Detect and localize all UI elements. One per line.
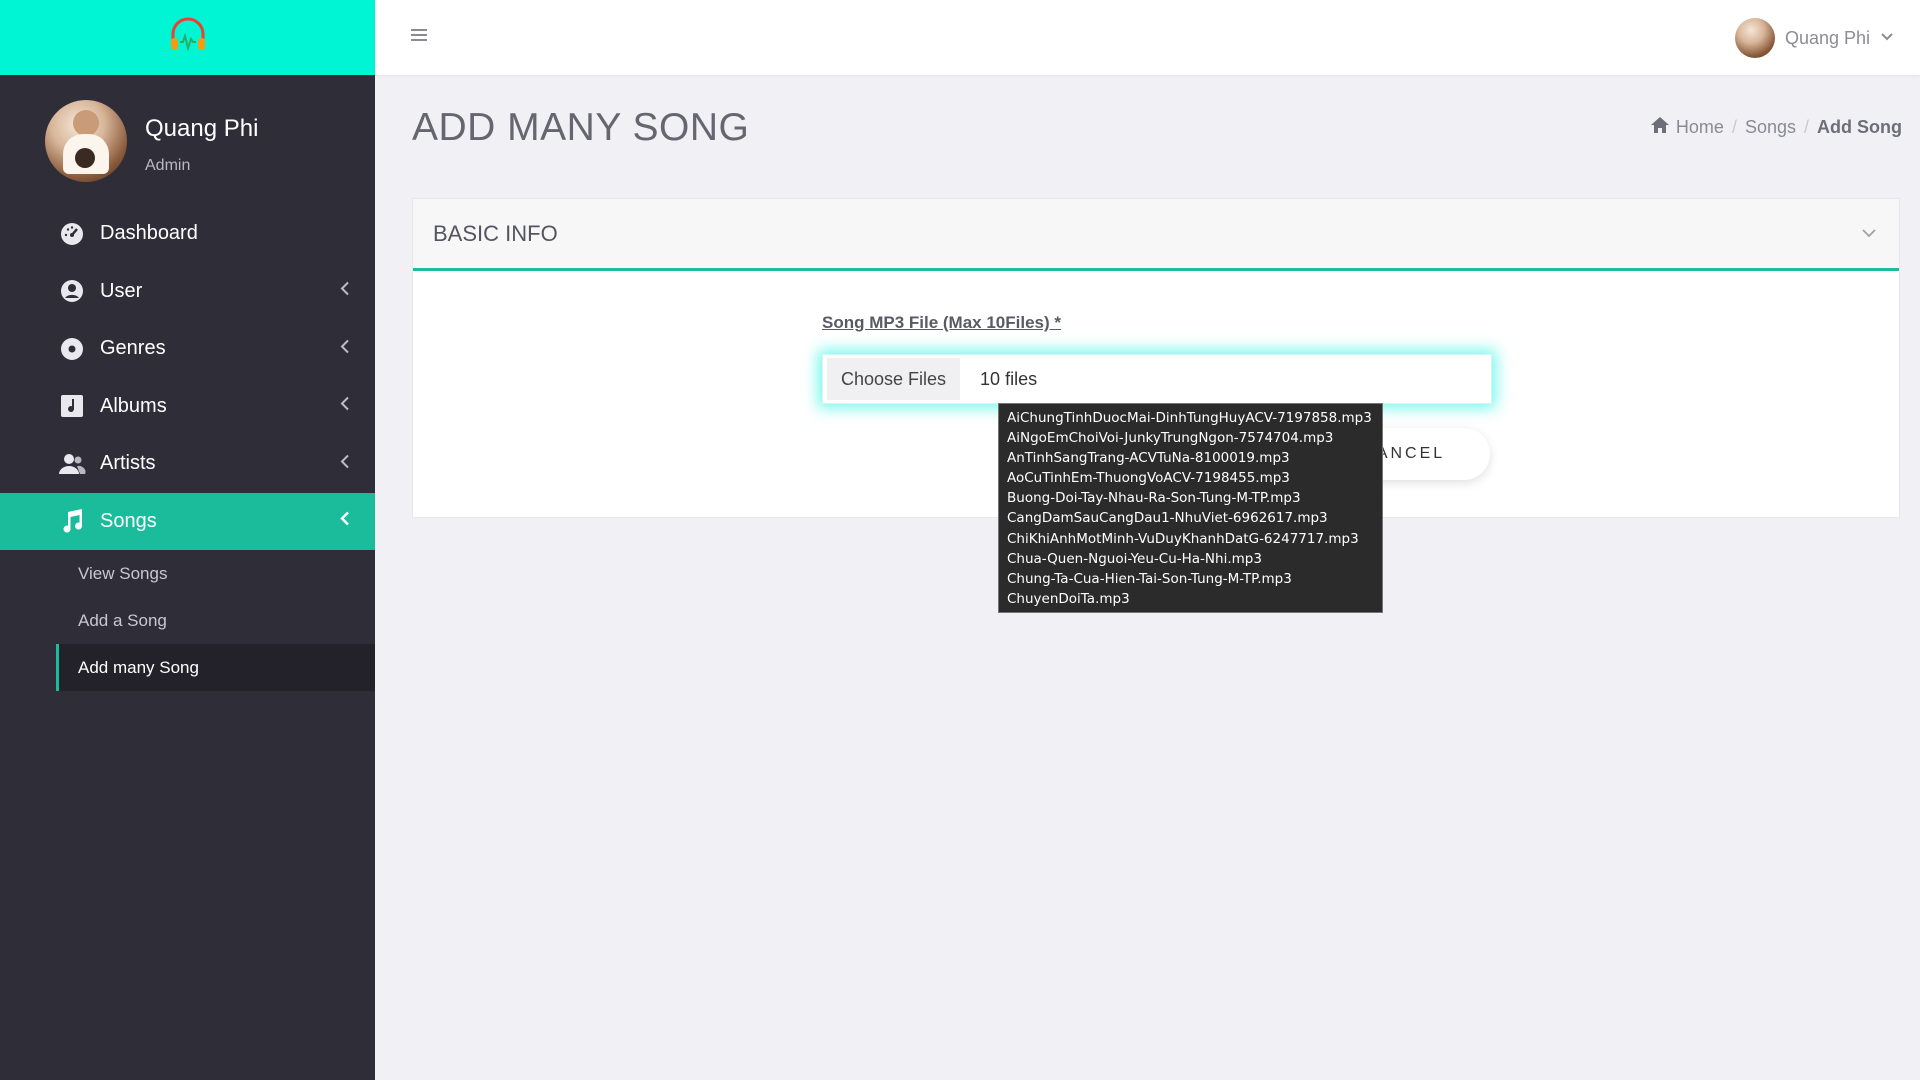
tooltip-file: ChuyenDoiTa.mp3 xyxy=(1007,590,1130,607)
speedometer-icon xyxy=(58,220,86,248)
music-note-icon xyxy=(58,507,86,535)
profile-name: Quang Phi xyxy=(145,115,259,142)
user-circle-icon xyxy=(58,277,86,305)
breadcrumb-home-label: Home xyxy=(1675,117,1724,137)
file-count: 10 files xyxy=(980,368,1038,389)
avatar xyxy=(45,100,127,182)
headphones-logo-icon xyxy=(165,12,211,63)
breadcrumb-current: Add Song xyxy=(1817,117,1902,137)
cancel-label: ANCEL xyxy=(1376,445,1446,462)
chevron-left-icon xyxy=(340,510,350,533)
sidebar-item-genres[interactable]: Genres xyxy=(0,320,375,378)
sidebar-item-label: Songs xyxy=(100,509,157,532)
sidebar-item-user[interactable]: User xyxy=(0,263,375,321)
chevron-down-icon xyxy=(1880,29,1894,47)
sidebar-item-label: User xyxy=(100,279,143,302)
menu-toggle-icon[interactable] xyxy=(411,26,429,48)
sidebar-menu: Dashboard User Genres Albums Artists Son… xyxy=(0,205,375,550)
tooltip-file: AoCuTinhEm-ThuongVoACV-7198455.mp3 xyxy=(1007,470,1290,487)
user-menu[interactable]: Quang Phi xyxy=(1734,18,1894,58)
submenu-item-add-song[interactable]: Add a Song xyxy=(0,597,375,644)
chevron-left-icon xyxy=(340,337,350,360)
brand-bar[interactable] xyxy=(0,0,375,75)
songs-submenu: View Songs Add a Song Add many Song xyxy=(0,550,375,691)
submenu-item-view-songs[interactable]: View Songs xyxy=(0,550,375,597)
song-file-label: Song MP3 File (Max 10Files) * xyxy=(822,313,1062,332)
card-header: BASIC INFO xyxy=(413,199,1899,271)
chevron-left-icon xyxy=(340,452,350,475)
sidebar-item-songs[interactable]: Songs xyxy=(0,492,375,550)
sidebar-item-albums[interactable]: Albums xyxy=(0,378,375,436)
tooltip-file: Buong-Doi-Tay-Nhau-Ra-Son-Tung-M-TP.mp3 xyxy=(1007,490,1301,507)
breadcrumb-home[interactable]: Home xyxy=(1650,116,1724,139)
chevron-left-icon xyxy=(340,395,350,418)
breadcrumb-separator: / xyxy=(1731,117,1737,137)
tooltip-file: AnTinhSangTrang-ACVTuNa-8100019.mp3 xyxy=(1007,450,1290,467)
card-title: BASIC INFO xyxy=(433,221,558,246)
sidebar-item-artists[interactable]: Artists xyxy=(0,435,375,493)
profile-role: Admin xyxy=(145,157,191,174)
submenu-item-add-many-song[interactable]: Add many Song xyxy=(56,644,375,691)
breadcrumb-songs[interactable]: Songs xyxy=(1745,117,1796,138)
song-file-input[interactable]: Choose Files 10 files xyxy=(822,354,1492,404)
user-name: Quang Phi xyxy=(1784,27,1870,48)
sidebar-item-label: Genres xyxy=(100,337,166,360)
chevron-left-icon xyxy=(340,280,350,303)
sidebar: Quang Phi Admin Dashboard User Genres Al… xyxy=(0,0,375,1080)
tooltip-file: Chua-Quen-Nguoi-Yeu-Cu-Ha-Nhi.mp3 xyxy=(1007,550,1262,567)
tooltip-file: ChiKhiAnhMotMinh-VuDuyKhanhDatG-6247717.… xyxy=(1007,530,1359,547)
tooltip-file: AiChungTinhDuocMai-DinhTungHuyACV-719785… xyxy=(1007,410,1372,426)
breadcrumb-separator: / xyxy=(1804,117,1810,137)
sidebar-item-label: Albums xyxy=(100,394,167,417)
disc-icon xyxy=(58,335,86,363)
sidebar-item-label: Artists xyxy=(100,452,156,475)
album-music-icon xyxy=(58,392,86,420)
home-icon xyxy=(1650,116,1670,139)
file-list-tooltip: AiChungTinhDuocMai-DinhTungHuyACV-719785… xyxy=(998,403,1383,613)
avatar xyxy=(1734,18,1775,58)
tooltip-file: CangDamSauCangDau1-NhuViet-6962617.mp3 xyxy=(1007,510,1328,527)
sidebar-item-label: Dashboard xyxy=(100,222,198,245)
topbar: Quang Phi xyxy=(375,0,1920,75)
profile-panel: Quang Phi Admin xyxy=(0,75,375,205)
breadcrumb: Home / Songs / Add Song xyxy=(1650,116,1902,139)
sidebar-item-dashboard[interactable]: Dashboard xyxy=(0,205,375,263)
page-title: ADD MANY SONG xyxy=(412,106,750,149)
users-icon xyxy=(58,450,86,478)
chevron-down-icon[interactable] xyxy=(1861,225,1877,243)
tooltip-file: AiNgoEmChoiVoi-JunkyTrungNgon-7574704.mp… xyxy=(1007,430,1334,447)
tooltip-file: Chung-Ta-Cua-Hien-Tai-Son-Tung-M-TP.mp3 xyxy=(1007,570,1292,587)
choose-files-button[interactable]: Choose Files xyxy=(827,358,961,400)
